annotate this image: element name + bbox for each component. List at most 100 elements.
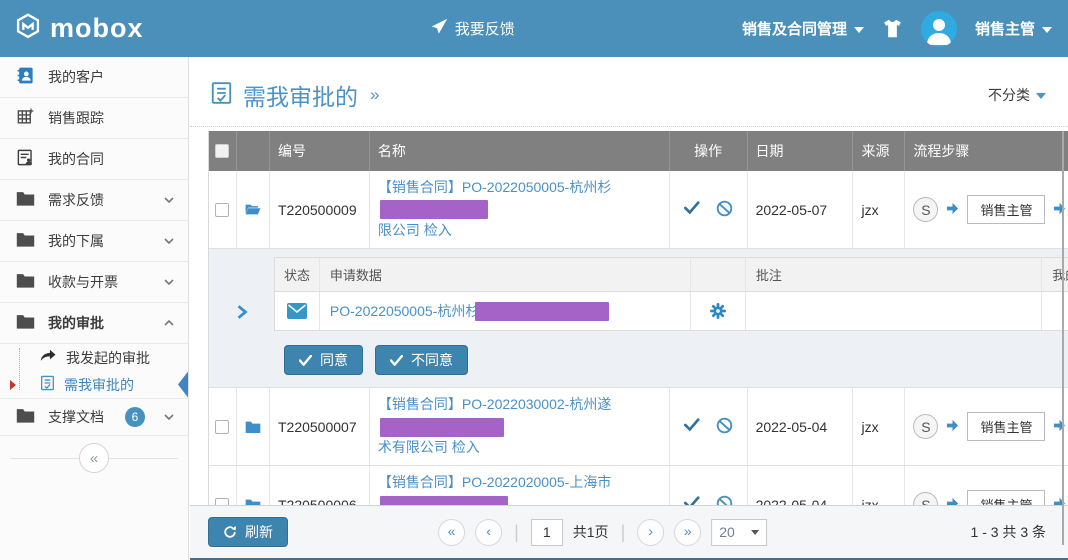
- sidebar-item-label: 需求反馈: [48, 190, 151, 210]
- reject-ban-icon[interactable]: [716, 417, 733, 437]
- folder-icon[interactable]: [237, 388, 270, 465]
- my-comment-cell: [1042, 292, 1068, 330]
- folder-icon: [16, 407, 35, 427]
- collapse-chevron[interactable]: [209, 249, 274, 387]
- flow-arrow-icon: [1053, 419, 1066, 435]
- avatar[interactable]: [921, 11, 957, 47]
- approval-table: 编号 名称 操作 日期 来源 流程步骤 T220500009: [208, 131, 1068, 545]
- approve-icon[interactable]: [684, 201, 700, 218]
- column-header-actions: [691, 258, 746, 291]
- approve-button-label: 同意: [320, 350, 348, 370]
- tshirt-icon[interactable]: [882, 18, 903, 39]
- feedback-link[interactable]: 我要反馈: [431, 18, 515, 39]
- checkin-link[interactable]: 检入: [452, 439, 480, 455]
- sidebar-item-label: 需我审批的: [64, 375, 134, 395]
- flow-step-current: 销售主管: [967, 195, 1045, 224]
- comment-cell: [746, 292, 1042, 330]
- column-header-source: 来源: [853, 131, 905, 171]
- column-header-my-comment: 我的批注: [1042, 258, 1068, 291]
- row-source: jzx: [853, 171, 905, 248]
- sidebar-item-my-contracts[interactable]: 我的合同: [0, 139, 188, 180]
- detail-header-row: 状态 申请数据 批注 我的批注: [275, 258, 1068, 292]
- detail-data-row: PO-2022050005-杭州杉: [275, 292, 1068, 330]
- sidebar-item-sales-tracking[interactable]: 销售跟踪: [0, 98, 188, 139]
- contract-name-text: 【销售合同】PO-2022050005-杭州杉: [378, 179, 611, 195]
- title-more-link[interactable]: »: [370, 85, 379, 105]
- sidebar-item-my-customers[interactable]: 我的客户: [0, 57, 188, 98]
- chevron-up-icon: [164, 318, 174, 328]
- sidebar-item-my-approvals[interactable]: 我的审批: [0, 303, 188, 344]
- prev-page-button[interactable]: ‹: [475, 519, 502, 546]
- top-header: mobox 我要反馈 销售及合同管理 销售主管: [0, 0, 1068, 57]
- total-pages-label: 共1页: [573, 522, 609, 542]
- sidebar-item-label: 收款与开票: [48, 272, 151, 292]
- flow-arrow-icon: [946, 202, 959, 218]
- row-flow-steps: S 销售主管 E: [905, 388, 1068, 465]
- first-page-button[interactable]: «: [438, 519, 465, 546]
- sidebar-item-payment-invoicing[interactable]: 收款与开票: [0, 262, 188, 303]
- category-filter[interactable]: 不分类: [988, 85, 1046, 105]
- column-header-id: 编号: [270, 131, 370, 171]
- column-header-status: 状态: [275, 258, 320, 291]
- row-checkbox[interactable]: [215, 203, 229, 217]
- request-data-link[interactable]: PO-2022050005-杭州杉: [330, 301, 609, 322]
- sidebar-collapse-button[interactable]: «: [79, 443, 109, 473]
- refresh-button[interactable]: 刷新: [208, 517, 288, 547]
- approve-icon[interactable]: [684, 418, 700, 435]
- column-header-name: 名称: [370, 131, 670, 171]
- logo[interactable]: mobox: [14, 13, 144, 44]
- sidebar-item-needs-my-approval[interactable]: 需我审批的: [0, 371, 188, 398]
- sidebar-item-supporting-docs[interactable]: 支撑文档 6: [0, 399, 188, 436]
- reject-ban-icon[interactable]: [716, 200, 733, 220]
- row-checkbox[interactable]: [215, 420, 229, 434]
- next-page-button[interactable]: ›: [637, 519, 664, 546]
- contract-name-text2: 术有限公司: [378, 439, 448, 455]
- select-all-checkbox[interactable]: [215, 144, 229, 158]
- folder-icon: [16, 272, 35, 292]
- chevron-down-icon: [164, 195, 174, 205]
- redaction-overlay: [380, 418, 504, 437]
- module-name: 销售及合同管理: [742, 18, 847, 39]
- column-header-flow: 流程步骤: [905, 131, 1068, 171]
- row-id: T220500009: [270, 171, 370, 248]
- reject-button[interactable]: 不同意: [375, 345, 468, 375]
- row-date: 2022-05-07: [748, 171, 854, 248]
- contract-name-link[interactable]: 【销售合同】PO-2022030002-杭州遂 术有限公司 检入: [378, 394, 661, 459]
- checkin-link[interactable]: 检入: [424, 222, 452, 238]
- active-item-arrow: [178, 372, 188, 398]
- record-range-label: 1 - 3 共 3 条: [971, 522, 1046, 542]
- grid-plus-icon: [16, 107, 35, 129]
- approve-button[interactable]: 同意: [284, 345, 363, 375]
- my-approvals-submenu: 我发起的审批 需我审批的: [0, 344, 188, 399]
- logo-text: mobox: [50, 13, 144, 44]
- flow-step-start: S: [913, 414, 938, 439]
- user-dropdown[interactable]: 销售主管: [975, 18, 1052, 39]
- pager-separator: |: [621, 522, 626, 543]
- folder-icon: [16, 313, 35, 333]
- envelope-icon[interactable]: [275, 292, 320, 330]
- footer-toolbar: 刷新 « ‹ | 共1页 | › » 20 1 - 3 共 3 条: [190, 505, 1068, 560]
- redaction-overlay: [475, 302, 609, 321]
- contract-name-text2: 限公司: [378, 222, 420, 238]
- page-size-select[interactable]: 20: [711, 519, 767, 546]
- gear-icon[interactable]: [691, 292, 746, 330]
- page-size-value: 20: [719, 524, 735, 540]
- folder-open-icon[interactable]: [237, 171, 270, 248]
- folder-icon: [16, 231, 35, 251]
- approval-detail-table: 状态 申请数据 批注 我的批注: [274, 257, 1068, 331]
- contract-icon: [16, 148, 35, 170]
- chevron-down-icon: [1036, 93, 1046, 99]
- sidebar-item-my-subordinates[interactable]: 我的下属: [0, 221, 188, 262]
- contract-name-text: 【销售合同】PO-2022030002-杭州遂: [378, 396, 611, 412]
- redaction-overlay: [380, 200, 488, 219]
- module-dropdown[interactable]: 销售及合同管理: [742, 18, 864, 39]
- last-page-button[interactable]: »: [674, 519, 701, 546]
- contract-name-link[interactable]: 【销售合同】PO-2022050005-杭州杉 限公司 检入: [378, 177, 661, 242]
- contract-name-text: 【销售合同】PO-2022020005-上海市: [378, 474, 611, 490]
- pager-separator: |: [514, 522, 519, 543]
- sidebar-item-approvals-i-started[interactable]: 我发起的审批: [0, 344, 188, 371]
- header-icon-col: [237, 131, 270, 171]
- page-number-input[interactable]: [531, 519, 563, 546]
- sidebar-item-demand-feedback[interactable]: 需求反馈: [0, 180, 188, 221]
- count-badge: 6: [125, 407, 145, 427]
